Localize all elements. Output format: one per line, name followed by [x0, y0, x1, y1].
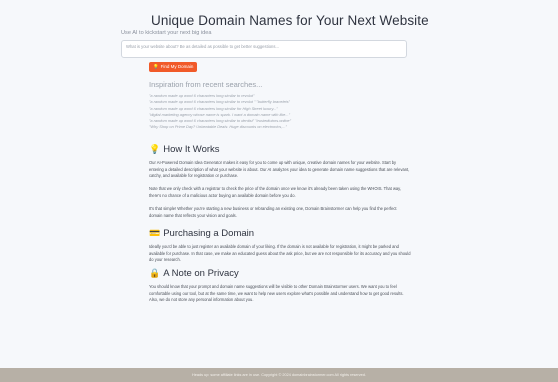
recent-search-item[interactable]: "a random made up word 6 characters long…	[149, 106, 291, 112]
page-subtitle: Use AI to kickstart your next big idea	[121, 30, 212, 36]
lightbulb-icon: 💡	[149, 144, 161, 154]
footer: Heads up: some affiliate links are in us…	[0, 368, 558, 382]
search-input[interactable]: What is your website about? Be as detail…	[121, 40, 407, 58]
recent-search-item[interactable]: "a random made up word 6 characters long…	[149, 99, 291, 105]
find-domain-label: Find My Domain	[160, 64, 194, 69]
lightbulb-icon: 💡	[153, 64, 159, 69]
how-it-works-paragraph: It's that simple! Whether you're startin…	[149, 206, 397, 218]
how-it-works-heading: 💡 How It Works	[149, 144, 220, 155]
how-it-works-paragraph: Our AI-Powered Domain Idea Generator mak…	[149, 160, 410, 178]
privacy-heading: 🔒 A Note on Privacy	[149, 268, 239, 279]
page-title: Unique Domain Names for Your Next Websit…	[151, 13, 429, 28]
privacy-paragraph: You should know that your prompt and dom…	[149, 284, 404, 302]
inspiration-title: Inspiration from recent searches...	[149, 80, 263, 89]
how-it-works-paragraph: Note that we only check with a registrar…	[149, 186, 402, 198]
recent-search-item[interactable]: "Why Shop on Prime Day? Unbeatable Deals…	[149, 124, 291, 130]
find-domain-button[interactable]: 💡 Find My Domain	[149, 62, 198, 72]
footer-text: Heads up: some affiliate links are in us…	[192, 373, 366, 377]
purchasing-heading: 💳 Purchasing a Domain	[149, 228, 255, 239]
purchasing-paragraph: Ideally you'd be able to just register a…	[149, 244, 411, 262]
credit-card-icon: 💳	[149, 228, 161, 238]
recent-searches-list: "a random made up word 6 characters long…	[149, 93, 291, 131]
lock-icon: 🔒	[149, 268, 161, 278]
